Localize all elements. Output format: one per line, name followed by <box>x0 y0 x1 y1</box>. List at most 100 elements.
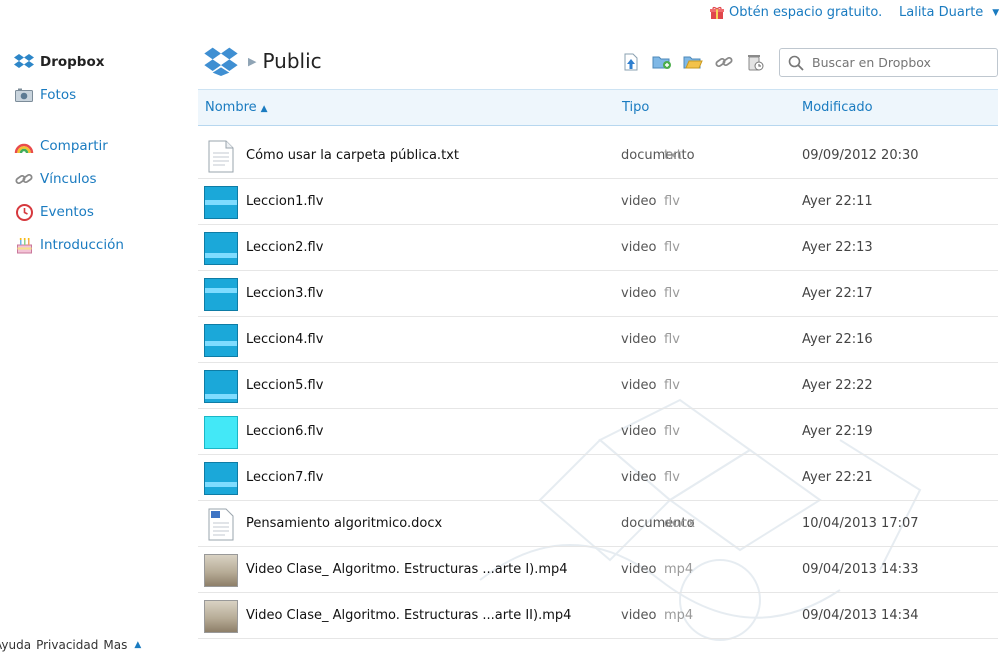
table-row[interactable]: Leccion4.flv video flv Ayer 22:16 <box>198 317 998 363</box>
table-row[interactable]: Leccion1.flv video flv Ayer 22:11 <box>198 179 998 225</box>
user-name[interactable]: Lalita Duarte <box>899 5 983 20</box>
file-name[interactable]: Leccion3.flv <box>246 286 323 301</box>
file-modified: Ayer 22:11 <box>802 194 873 209</box>
column-header-label[interactable]: Modificado <box>802 100 873 115</box>
file-name[interactable]: Pensamiento algoritmico.docx <box>246 516 442 531</box>
file-type: video <box>621 240 657 255</box>
breadcrumb: ▶ Public <box>204 46 322 76</box>
search-box[interactable] <box>779 48 998 77</box>
table-row[interactable]: Video Clase_ Algoritmo. Estructuras ...a… <box>198 547 998 593</box>
clock-icon <box>14 203 34 221</box>
column-header-type[interactable]: Tipo <box>622 100 649 115</box>
chevron-up-icon[interactable]: ▲ <box>134 640 141 650</box>
file-name[interactable]: Leccion1.flv <box>246 194 323 209</box>
file-modified: Ayer 22:17 <box>802 286 873 301</box>
video-thumbnail <box>204 324 238 357</box>
link-icon <box>14 170 34 188</box>
sidebar-item-label: Fotos <box>40 87 77 103</box>
file-name[interactable]: Video Clase_ Algoritmo. Estructuras ...a… <box>246 562 568 577</box>
file-type: video <box>621 470 657 485</box>
file-list: Cómo usar la carpeta pública.txt document… <box>198 133 998 639</box>
table-header: Nombre ▲ Tipo Modificado <box>198 89 998 126</box>
file-name[interactable]: Leccion6.flv <box>246 424 323 439</box>
file-name[interactable]: Leccion5.flv <box>246 378 323 393</box>
dropbox-home-icon[interactable] <box>204 46 238 76</box>
sidebar-item-label: Compartir <box>40 138 108 154</box>
thumbnail-text-strip <box>205 253 237 258</box>
dropbox-logo-icon <box>14 53 34 71</box>
video-thumbnail <box>204 370 238 403</box>
footer-link-more[interactable]: Mas <box>103 638 127 652</box>
file-name[interactable]: Leccion4.flv <box>246 332 323 347</box>
deleted-files-icon[interactable] <box>744 52 766 72</box>
file-extension: flv <box>664 378 680 393</box>
table-row[interactable]: Pensamiento algoritmico.docx documento doc… <box>198 501 998 547</box>
footer-link-privacy[interactable]: Privacidad <box>36 638 98 652</box>
file-extension: flv <box>664 240 680 255</box>
file-modified: Ayer 22:21 <box>802 470 873 485</box>
sidebar-item-vinculos[interactable]: Vínculos <box>14 169 97 189</box>
table-row[interactable]: Leccion5.flv video flv Ayer 22:22 <box>198 363 998 409</box>
table-row[interactable]: Leccion3.flv video flv Ayer 22:17 <box>198 271 998 317</box>
thumbnail-text-strip <box>205 341 237 346</box>
free-space-link[interactable]: Obtén espacio gratuito. <box>710 5 882 20</box>
file-name[interactable]: Video Clase_ Algoritmo. Estructuras ...a… <box>246 608 571 623</box>
video-thumbnail <box>204 232 238 265</box>
column-header-label[interactable]: Nombre <box>205 100 257 115</box>
text-document-icon <box>208 140 242 173</box>
page-title: Public <box>262 49 322 73</box>
file-extension: flv <box>664 470 680 485</box>
new-folder-icon[interactable] <box>651 52 673 72</box>
file-modified: Ayer 22:19 <box>802 424 873 439</box>
get-link-icon[interactable] <box>713 52 735 72</box>
sort-ascending-icon[interactable]: ▲ <box>261 104 268 114</box>
file-extension: flv <box>664 424 680 439</box>
column-header-modified[interactable]: Modificado <box>802 100 873 115</box>
thumbnail-text-strip <box>205 288 237 293</box>
column-header-label[interactable]: Tipo <box>622 100 649 115</box>
toolbar <box>620 52 775 72</box>
file-type: video <box>621 424 657 439</box>
sidebar-item-dropbox[interactable]: Dropbox <box>14 52 104 72</box>
file-extension: mp4 <box>664 562 694 577</box>
video-thumbnail <box>204 186 238 219</box>
free-space-label[interactable]: Obtén espacio gratuito. <box>729 5 882 20</box>
table-row[interactable]: Leccion6.flv video flv Ayer 22:19 <box>198 409 998 455</box>
file-extension: flv <box>664 194 680 209</box>
sidebar-item-compartir[interactable]: Compartir <box>14 136 108 156</box>
sidebar-item-label: Introducción <box>40 237 124 253</box>
file-type: video <box>621 332 657 347</box>
file-extension: txt <box>664 148 682 163</box>
sidebar-item-label: Vínculos <box>40 171 97 187</box>
file-name[interactable]: Cómo usar la carpeta pública.txt <box>246 148 459 163</box>
video-thumbnail <box>204 554 238 587</box>
file-name[interactable]: Leccion7.flv <box>246 470 323 485</box>
sidebar-item-introduccion[interactable]: Introducción <box>14 235 124 255</box>
table-row[interactable]: Leccion7.flv video flv Ayer 22:21 <box>198 455 998 501</box>
thumbnail-text-strip <box>205 200 237 205</box>
chevron-down-icon[interactable]: ▼ <box>992 8 999 18</box>
sidebar-item-fotos[interactable]: Fotos <box>14 85 76 105</box>
video-thumbnail <box>204 462 238 495</box>
table-row[interactable]: Leccion2.flv video flv Ayer 22:13 <box>198 225 998 271</box>
table-row[interactable]: Cómo usar la carpeta pública.txt document… <box>198 133 998 179</box>
file-name[interactable]: Leccion2.flv <box>246 240 323 255</box>
share-folder-icon[interactable] <box>682 52 704 72</box>
cake-icon <box>14 236 34 254</box>
file-modified: 09/04/2013 14:33 <box>802 562 919 577</box>
user-menu[interactable]: Lalita Duarte ▼ <box>899 5 999 20</box>
footer-link-help[interactable]: Ayuda <box>0 638 31 652</box>
file-type: video <box>621 562 657 577</box>
thumbnail-text-strip <box>205 394 237 399</box>
table-row[interactable]: Video Clase_ Algoritmo. Estructuras ...a… <box>198 593 998 639</box>
file-modified: Ayer 22:13 <box>802 240 873 255</box>
top-bar: Obtén espacio gratuito. Lalita Duarte ▼ <box>0 0 1003 28</box>
breadcrumb-separator-icon: ▶ <box>248 54 257 68</box>
file-modified: Ayer 22:22 <box>802 378 873 393</box>
upload-icon[interactable] <box>620 52 642 72</box>
sidebar-item-eventos[interactable]: Eventos <box>14 202 94 222</box>
file-type: video <box>621 378 657 393</box>
sidebar-item-label: Dropbox <box>40 54 105 70</box>
search-input[interactable] <box>812 55 992 70</box>
column-header-name[interactable]: Nombre ▲ <box>205 100 268 115</box>
